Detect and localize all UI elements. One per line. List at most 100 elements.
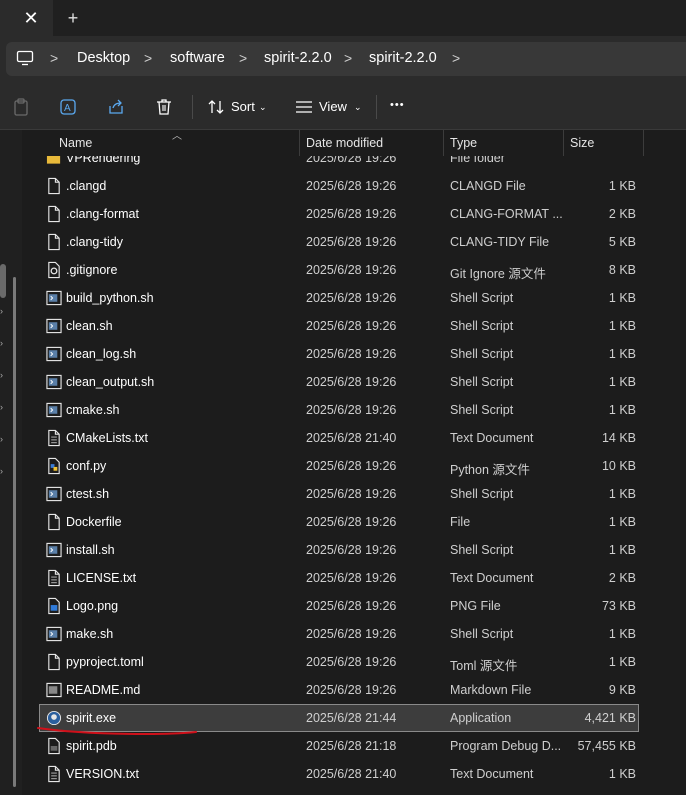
expand-chevron-icon[interactable]: ›	[0, 434, 6, 444]
file-date-modified: 2025/6/28 19:26	[306, 683, 397, 697]
file-type: Shell Script	[450, 543, 514, 557]
file-size: 1 KB	[608, 179, 636, 193]
file-row[interactable]: conf.py 2025/6/28 19:26 Python 源文件 10 KB	[22, 452, 686, 480]
column-header-size[interactable]: Size	[570, 136, 594, 150]
file-size: 9 KB	[608, 683, 636, 697]
file-row[interactable]: build_python.sh 2025/6/28 19:26 Shell Scri…	[22, 284, 686, 312]
file-row[interactable]: .gitignore 2025/6/28 19:26 Git Ignore 源文件 8…	[22, 256, 686, 284]
file-icon	[48, 205, 60, 223]
file-size: 2 KB	[608, 207, 636, 221]
share-icon[interactable]	[106, 97, 126, 117]
file-icon	[48, 177, 60, 195]
breadcrumb-separator[interactable]: >	[344, 50, 352, 66]
navigation-pane[interactable]: › › › › › ›	[0, 130, 22, 795]
file-size: 5 KB	[608, 235, 636, 249]
expand-chevron-icon[interactable]: ›	[0, 338, 6, 348]
breadcrumb-separator[interactable]: >	[239, 50, 247, 66]
file-size: 8 KB	[608, 263, 636, 277]
column-divider[interactable]	[299, 130, 300, 156]
tab-current[interactable]: ✕	[0, 0, 53, 36]
nav-selected-indicator	[0, 264, 6, 298]
file-date-modified: 2025/6/28 19:26	[306, 207, 397, 221]
file-name: cmake.sh	[66, 403, 120, 417]
breadcrumb-separator[interactable]: >	[144, 50, 152, 66]
delete-icon[interactable]	[154, 97, 174, 117]
file-row[interactable]: Dockerfile 2025/6/28 19:26 File 1 KB	[22, 508, 686, 536]
file-rows: VPRendering 2025/6/28 19:26 File folder .cl…	[22, 156, 686, 795]
file-type: Git Ignore 源文件	[450, 267, 546, 281]
file-row[interactable]: .clangd 2025/6/28 19:26 CLANGD File 1 KB	[22, 172, 686, 200]
file-type: File folder	[450, 156, 505, 165]
expand-chevron-icon[interactable]: ›	[0, 370, 6, 380]
file-row[interactable]: Logo.png 2025/6/28 19:26 PNG File 73 KB	[22, 592, 686, 620]
file-type: Shell Script	[450, 403, 514, 417]
column-divider[interactable]	[563, 130, 564, 156]
file-type: Shell Script	[450, 627, 514, 641]
column-header-type[interactable]: Type	[450, 136, 477, 150]
column-header-name[interactable]: Name	[59, 136, 92, 150]
file-row[interactable]: .clang-format 2025/6/28 19:26 CLANG-FORMAT…	[22, 200, 686, 228]
file-row[interactable]: .clang-tidy 2025/6/28 19:26 CLANG-TIDY Fil…	[22, 228, 686, 256]
file-name: LICENSE.txt	[66, 571, 137, 585]
new-tab-button[interactable]: +	[64, 9, 82, 27]
breadcrumb-item-software[interactable]: software	[170, 50, 225, 66]
nav-scrollbar[interactable]	[13, 277, 16, 787]
view-button[interactable]: View	[319, 99, 347, 114]
command-bar: A Sort ⌄ View ⌄ •••	[0, 83, 686, 130]
file-row[interactable]: VERSION.txt 2025/6/28 21:40 Text Document 1…	[22, 760, 686, 788]
file-row[interactable]: clean_log.sh 2025/6/28 19:26 Shell Script 1…	[22, 340, 686, 368]
script-icon	[46, 402, 62, 418]
breadcrumb-item-desktop[interactable]: Desktop	[77, 50, 130, 66]
breadcrumb-item-spirit[interactable]: spirit-2.2.0	[264, 50, 332, 66]
file-row[interactable]: README.md 2025/6/28 19:26 Markdown File 9 K…	[22, 676, 686, 704]
file-name: pyproject.toml	[66, 655, 144, 669]
breadcrumb-separator[interactable]: >	[50, 50, 58, 66]
script-icon	[46, 486, 62, 502]
expand-chevron-icon[interactable]: ›	[0, 466, 6, 476]
file-row[interactable]: CMakeLists.txt 2025/6/28 21:40 Text Docume…	[22, 424, 686, 452]
file-size: 1 KB	[608, 403, 636, 417]
sort-chevron-down-icon[interactable]: ⌄	[259, 102, 267, 113]
computer-icon[interactable]	[16, 50, 34, 66]
column-header-date[interactable]: Date modified	[306, 136, 383, 150]
sort-icon[interactable]	[206, 97, 226, 117]
column-divider[interactable]	[643, 130, 644, 156]
expand-chevron-icon[interactable]: ›	[0, 306, 6, 316]
file-date-modified: 2025/6/28 19:26	[306, 291, 397, 305]
more-options-icon[interactable]: •••	[390, 99, 405, 111]
markdown-file-icon	[46, 682, 62, 698]
column-divider[interactable]	[443, 130, 444, 156]
expand-chevron-icon[interactable]: ›	[0, 402, 6, 412]
breadcrumb-item-spirit-current[interactable]: spirit-2.2.0	[369, 50, 437, 66]
script-icon	[46, 290, 62, 306]
close-tab-icon[interactable]: ✕	[22, 9, 40, 27]
file-name: .clangd	[66, 179, 107, 193]
view-chevron-down-icon[interactable]: ⌄	[354, 102, 362, 113]
file-row[interactable]: LICENSE.txt 2025/6/28 19:26 Text Document 2…	[22, 564, 686, 592]
command-separator	[376, 95, 377, 119]
file-row[interactable]: VPRendering 2025/6/28 19:26 File folder	[22, 156, 686, 172]
file-name: clean.sh	[66, 319, 113, 333]
file-date-modified: 2025/6/28 21:40	[306, 431, 397, 445]
image-file-icon	[48, 597, 60, 615]
file-date-modified: 2025/6/28 19:26	[306, 599, 397, 613]
file-date-modified: 2025/6/28 19:26	[306, 179, 397, 193]
rename-icon[interactable]: A	[58, 97, 78, 117]
file-row[interactable]: ctest.sh 2025/6/28 19:26 Shell Script 1 KB	[22, 480, 686, 508]
file-row[interactable]: clean.sh 2025/6/28 19:26 Shell Script 1 KB	[22, 312, 686, 340]
paste-icon[interactable]	[11, 97, 31, 117]
address-bar[interactable]: > Desktop > software > spirit-2.2.0 > sp…	[6, 42, 686, 76]
file-name: README.md	[66, 683, 141, 697]
file-row[interactable]: cmake.sh 2025/6/28 19:26 Shell Script 1 KB	[22, 396, 686, 424]
file-size: 1 KB	[608, 319, 636, 333]
file-row[interactable]: pyproject.toml 2025/6/28 19:26 Toml 源文件 1 K…	[22, 648, 686, 676]
file-row[interactable]: make.sh 2025/6/28 19:26 Shell Script 1 KB	[22, 620, 686, 648]
view-icon[interactable]	[294, 97, 314, 117]
file-row[interactable]: clean_output.sh 2025/6/28 19:26 Shell Scri…	[22, 368, 686, 396]
breadcrumb-separator[interactable]: >	[452, 50, 460, 66]
sort-button[interactable]: Sort	[231, 99, 255, 114]
file-row[interactable]: install.sh 2025/6/28 19:26 Shell Script 1 K…	[22, 536, 686, 564]
text-file-icon	[48, 569, 60, 587]
file-size: 2 KB	[608, 571, 636, 585]
file-size: 14 KB	[601, 431, 636, 445]
